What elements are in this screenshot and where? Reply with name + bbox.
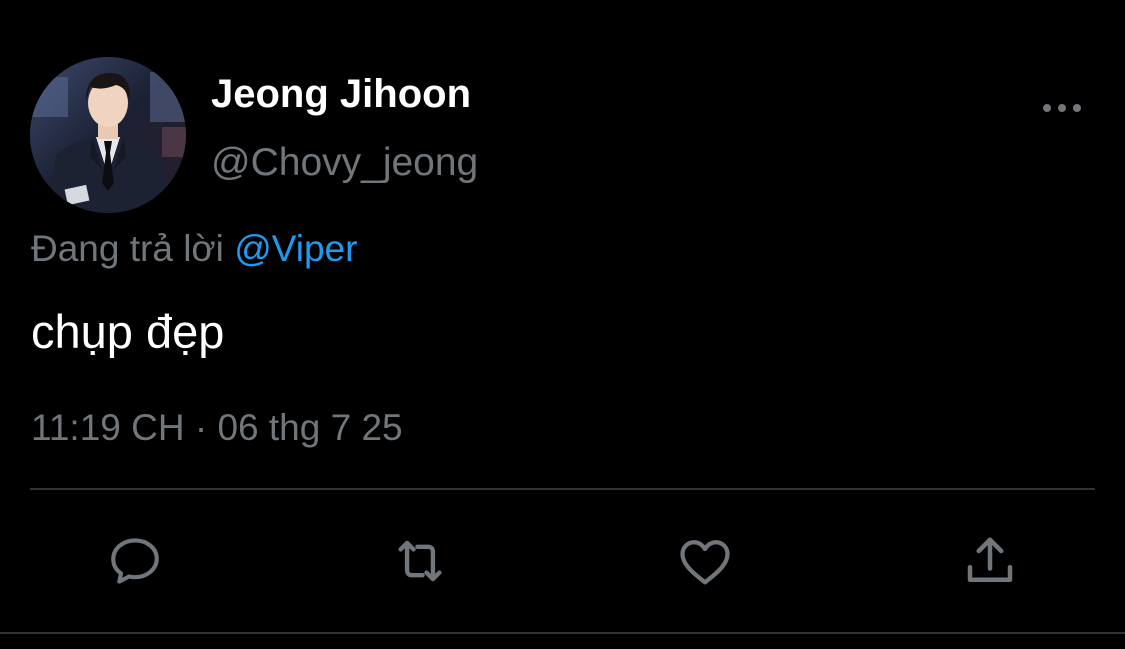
reply-mention-link[interactable]: @Viper (234, 228, 357, 269)
tweet-timestamp[interactable]: 11:19 CH · 06 thg 7 25 (31, 405, 403, 451)
reply-context-prefix: Đang trả lời (31, 228, 224, 269)
share-button[interactable] (959, 530, 1021, 592)
author-display-name[interactable]: Jeong Jihoon (211, 70, 471, 118)
tweet-text: chụp đẹp (31, 305, 225, 358)
share-icon (967, 537, 1013, 582)
avatar-image (30, 57, 186, 213)
divider (30, 488, 1095, 490)
more-button[interactable] (1036, 88, 1088, 128)
more-horizontal-icon (1043, 104, 1081, 112)
author-handle[interactable]: @Chovy_jeong (211, 139, 478, 187)
retweet-icon (398, 540, 442, 582)
avatar[interactable] (30, 57, 186, 213)
reply-button[interactable] (104, 530, 166, 592)
divider (0, 632, 1125, 634)
like-button[interactable] (674, 530, 736, 592)
heart-icon (680, 540, 730, 585)
retweet-button[interactable] (389, 530, 451, 592)
reply-icon (111, 538, 159, 584)
reply-context: Đang trả lời @Viper (31, 226, 357, 272)
